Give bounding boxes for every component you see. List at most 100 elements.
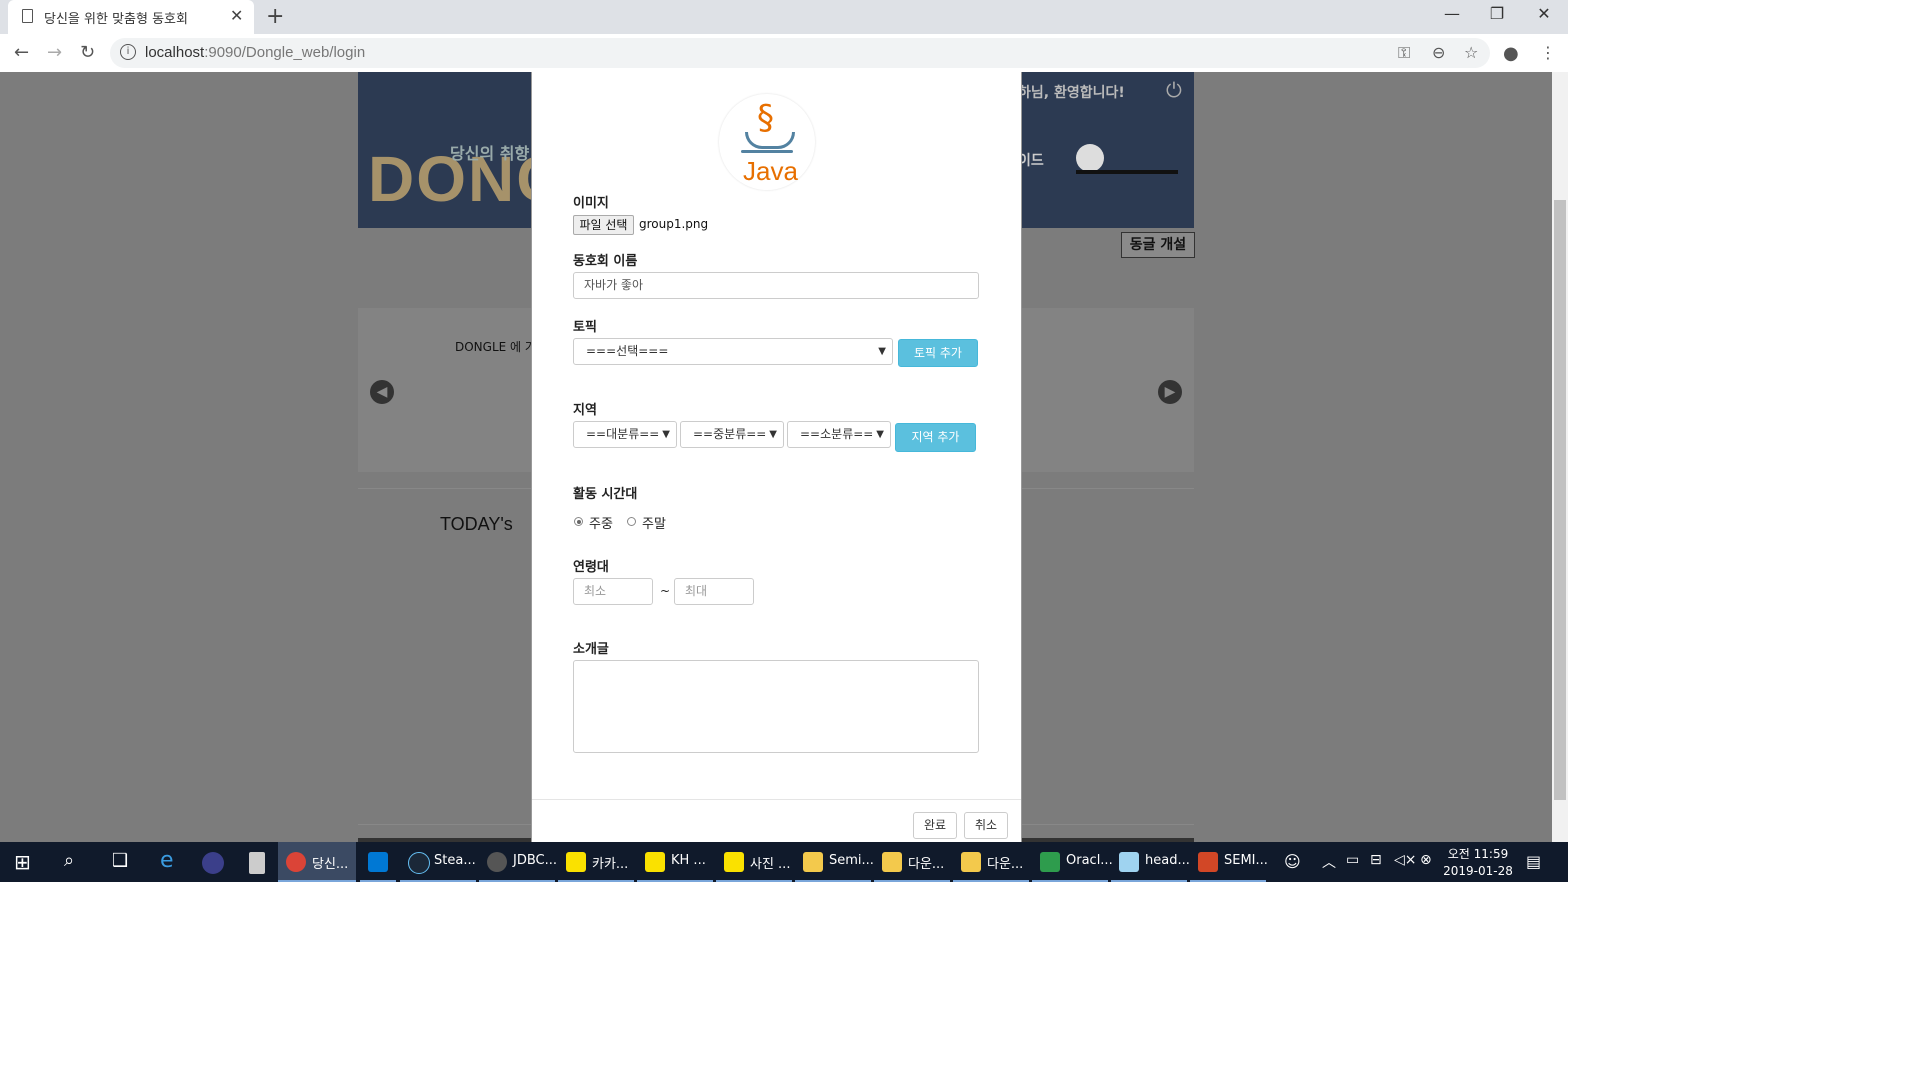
scrollbar-thumb[interactable] [1554,200,1566,800]
active-indicator [637,880,713,882]
ime-icon[interactable]: ⊗ [1420,852,1432,868]
taskbar-label: head... [1145,853,1190,868]
browser-tab[interactable]: 당신을 위한 맞춤형 동호회 ✕ [8,0,254,34]
reload-button[interactable]: ↻ [80,42,95,63]
region-label: 지역 [573,403,597,418]
close-window-button[interactable]: ✕ [1524,4,1564,23]
carousel-prev-icon[interactable]: ◀ [370,380,394,404]
add-region-button[interactable]: 지역 추가 [895,423,976,452]
java-logo-text: Java [743,156,798,186]
taskbar-item-folder-semi[interactable]: Semi... [795,842,874,882]
java-cup-icon [745,132,795,149]
create-club-modal: § Java 이미지 파일 선택 group1.png 동호회 이름 자바가 좋… [531,72,1022,842]
star-icon[interactable]: ☆ [1464,43,1478,62]
club-image-preview: § Java [719,94,815,190]
url-field[interactable]: i localhost:9090/Dongle_web/login [110,38,1490,68]
people-icon[interactable]: ☺ [1284,852,1301,871]
done-button[interactable]: 완료 [913,812,957,839]
topic-select[interactable]: ===선택=== ▼ [573,338,893,365]
steam-icon [408,852,430,874]
menu-icon[interactable]: ⋮ [1540,43,1556,62]
new-tab-button[interactable]: + [266,4,284,29]
taskbar-item-kakao-2[interactable]: KH ... [637,842,713,882]
region-small-select[interactable]: ==소분류== ▼ [787,421,891,448]
active-indicator [1190,880,1266,882]
network-icon[interactable]: ⊟ [1370,852,1382,868]
activity-time-label: 활동 시간대 [573,487,638,502]
volume-icon[interactable]: ◁× [1394,852,1417,868]
active-indicator [400,880,476,882]
task-view-icon[interactable]: ❑ [112,850,128,871]
active-indicator [1032,880,1108,882]
eclipse-icon[interactable] [202,852,224,874]
key-icon[interactable]: ⚿ [1398,43,1410,63]
tab-close-icon[interactable]: ✕ [230,6,243,25]
taskbar-item-kakao-1[interactable]: 카카... [558,842,634,882]
system-clock[interactable]: 오전 11:59 2019-01-28 [1438,846,1518,880]
powerpoint-icon [1198,852,1218,872]
today-title: TODAY's [440,514,513,534]
power-icon[interactable]: ⏻ [1166,78,1182,102]
taskbar-item-vscode[interactable] [360,842,396,882]
taskbar-label: Semi... [829,853,874,868]
vscode-icon [368,852,388,872]
age-min-input[interactable]: 최소 [573,578,653,605]
open-club-button[interactable]: 동글 개설 [1121,232,1195,258]
taskbar-item-kakao-3[interactable]: 사진 ... [716,842,792,882]
active-indicator [953,880,1029,882]
taskbar-item-steam[interactable]: Stea... [400,842,476,882]
taskbar-item-notepad[interactable]: head... [1111,842,1190,882]
age-max-input[interactable]: 최대 [674,578,754,605]
bar-decoration [1076,170,1178,174]
intro-textarea[interactable] [573,660,979,753]
carousel-next-icon[interactable]: ▶ [1158,380,1182,404]
taskbar-item-powerpoint[interactable]: SEMI... [1190,842,1268,882]
taskbar-label: 다운... [987,857,1024,872]
ie-icon[interactable]: e [160,848,174,873]
notification-icon[interactable]: ▤ [1526,852,1541,871]
active-indicator [795,880,871,882]
taskbar-item-jdbc[interactable]: JDBC... [479,842,558,882]
cancel-button[interactable]: 취소 [964,812,1008,839]
forward-button[interactable]: → [47,42,62,63]
club-name-input[interactable]: 자바가 좋아 [573,272,979,299]
taskbar-item-chrome[interactable]: 당신... [278,842,356,882]
taskbar-item-downloads-1[interactable]: 다운... [874,842,950,882]
taskbar-item-downloads-2[interactable]: 다운... [953,842,1029,882]
kakaotalk-icon [566,852,586,872]
chevron-down-icon: ▼ [662,429,670,440]
clock-time: 오전 11:59 [1447,847,1509,861]
age-range-label: 연령대 [573,560,609,575]
taskbar-label: SEMI... [1224,853,1268,868]
file-select-button[interactable]: 파일 선택 [573,215,634,235]
taskbar-label: Stea... [434,853,476,868]
region-large-select[interactable]: ==대분류== ▼ [573,421,677,448]
taskbar-label: JDBC... [513,853,558,868]
page-icon [22,9,33,23]
add-topic-button[interactable]: 토픽 추가 [898,339,978,367]
minimize-button[interactable]: — [1432,4,1472,23]
weekday-radio[interactable] [574,517,583,526]
taskbar-item-oracle[interactable]: Oracl... [1032,842,1113,882]
region-medium-select[interactable]: ==중분류== ▼ [680,421,784,448]
active-indicator [558,880,634,882]
zoom-icon[interactable]: ⊖ [1432,43,1445,62]
database-icon[interactable] [249,852,265,874]
oracle-icon [1040,852,1060,872]
back-button[interactable]: ← [14,42,29,63]
weekend-label: 주말 [642,517,666,532]
search-icon[interactable]: ⌕ [64,850,74,871]
profile-icon[interactable]: ● [1503,43,1519,64]
maximize-button[interactable]: ❐ [1477,4,1517,23]
windows-start-icon[interactable]: ⊞ [14,850,31,874]
battery-icon[interactable]: ▭ [1346,852,1359,868]
active-indicator [1111,880,1187,882]
kakaotalk-icon [645,852,665,872]
age-separator: ~ [660,584,671,598]
active-indicator [479,880,555,882]
chevron-up-icon[interactable]: ︿ [1322,852,1336,872]
weekday-label: 주중 [589,517,613,532]
weekend-radio[interactable] [627,517,636,526]
info-icon[interactable]: i [120,44,136,60]
intro-label: 소개글 [573,642,609,657]
